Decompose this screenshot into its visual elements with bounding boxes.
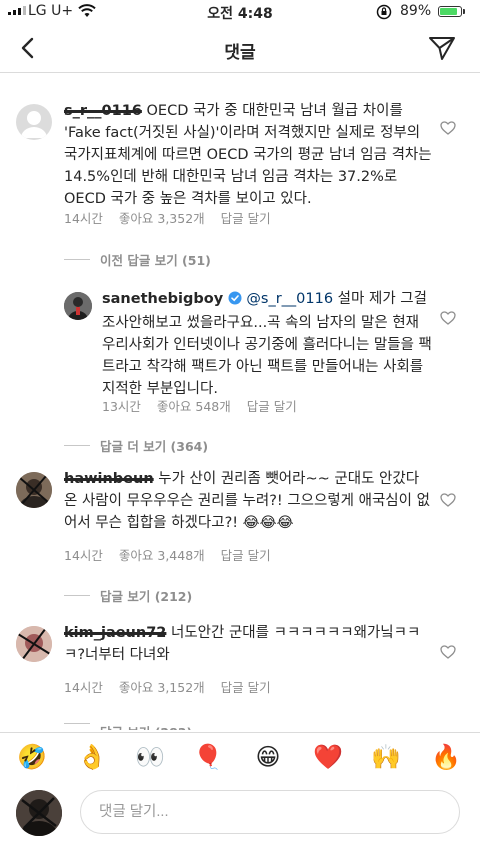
comment-username[interactable]: s_r__0116 (64, 103, 142, 119)
emoji-grin[interactable]: 😁 (250, 743, 286, 771)
reply-button[interactable]: 답글 달기 (221, 208, 271, 227)
emoji-heart[interactable]: ❤️ (310, 743, 346, 771)
view-previous-replies[interactable]: 이전 답글 보기 (51) (64, 250, 211, 269)
comment-likes[interactable]: 좋아요 3,448개 (119, 545, 205, 564)
emoji-eyes[interactable]: 👀 (132, 743, 168, 771)
emoji-fire[interactable]: 🔥 (428, 743, 464, 771)
reply-button[interactable]: 답글 달기 (221, 677, 271, 696)
send-icon[interactable] (428, 35, 456, 65)
avatar[interactable] (16, 104, 52, 140)
divider (64, 595, 90, 596)
avatar[interactable] (16, 626, 52, 662)
comment-composer (0, 778, 480, 852)
emoji-ok-hand[interactable]: 👌 (74, 743, 110, 771)
comment-likes[interactable]: 좋아요 3,152개 (119, 677, 205, 696)
comment-input[interactable] (80, 790, 460, 834)
view-replies[interactable]: 답글 보기 (212) (64, 586, 192, 605)
view-replies-label: 답글 보기 (283) (100, 722, 192, 731)
view-replies[interactable]: 답글 보기 (283) (64, 716, 192, 730)
view-more-replies[interactable]: 답글 더 보기 (364) (64, 436, 208, 455)
reply-button[interactable]: 답글 달기 (221, 545, 271, 564)
status-bar: LG U+ 오전 4:48 89% (0, 0, 480, 24)
reply-text: sanethebigboy @s_r__0116 설마 제가 그걸 조사안해보고… (102, 288, 432, 400)
battery-icon (438, 6, 462, 17)
view-more-replies-label: 답글 더 보기 (364) (100, 439, 209, 454)
comment-time: 14시간 (64, 211, 103, 226)
header-bar: 댓글 (0, 24, 480, 73)
emoji-quick-bar: 🤣 👌 👀 🎈 😁 ❤️ 🙌 🔥 (0, 732, 480, 779)
reply-button[interactable]: 답글 달기 (247, 396, 297, 415)
heart-outline-icon[interactable] (440, 492, 456, 507)
comment-text: kim_jaeun72 너도안간 군대를 ㅋㅋㅋㅋㅋㅋ왜가닠ㅋㅋㅋ?너부터 다녀… (64, 622, 432, 666)
heart-outline-icon[interactable] (440, 644, 456, 659)
emoji-balloon[interactable]: 🎈 (190, 743, 226, 771)
comment-likes[interactable]: 좋아요 3,352개 (119, 208, 205, 227)
battery-percentage: 89% (400, 3, 432, 19)
reply-time: 13시간 (102, 399, 141, 414)
divider (64, 259, 90, 260)
divider (64, 445, 90, 446)
verified-badge-icon (228, 290, 242, 312)
battery-tip (463, 9, 465, 14)
avatar[interactable] (64, 292, 92, 320)
comment-username[interactable]: kim_jaeun72 (64, 625, 166, 641)
mention-link[interactable]: @s_r__0116 (246, 291, 333, 307)
divider (64, 722, 90, 724)
reply-likes[interactable]: 좋아요 548개 (157, 396, 231, 415)
rotation-lock-icon (376, 4, 392, 24)
reply-username[interactable]: sanethebigboy (102, 291, 223, 307)
comment-meta: 14시간 좋아요 3,152개 답글 달기 (64, 677, 271, 696)
heart-outline-icon[interactable] (440, 310, 456, 325)
reply-meta: 13시간 좋아요 548개 답글 달기 (102, 396, 297, 415)
emoji-raised-hands[interactable]: 🙌 (368, 743, 404, 771)
heart-outline-icon[interactable] (440, 120, 456, 135)
view-replies-label: 답글 보기 (212) (100, 589, 193, 604)
comment-meta: 14시간 좋아요 3,352개 답글 달기 (64, 208, 271, 227)
comment-time: 14시간 (64, 680, 103, 695)
comment-meta: 14시간 좋아요 3,448개 답글 달기 (64, 545, 271, 564)
comment-time: 14시간 (64, 548, 103, 563)
emoji-rofl[interactable]: 🤣 (14, 743, 50, 771)
comment-text: s_r__0116 OECD 국가 중 대한민국 남녀 월급 차이를 'Fake… (64, 100, 432, 210)
comment-username[interactable]: hawinbeun (64, 471, 154, 487)
view-previous-replies-label: 이전 답글 보기 (51) (100, 253, 211, 268)
comment-text: hawinbeun 누가 산이 권리좀 뺏어라~~ 군대도 안갔다온 사람이 무… (64, 468, 432, 534)
current-user-avatar (16, 790, 62, 836)
page-title: 댓글 (224, 43, 256, 63)
avatar[interactable] (16, 472, 52, 508)
